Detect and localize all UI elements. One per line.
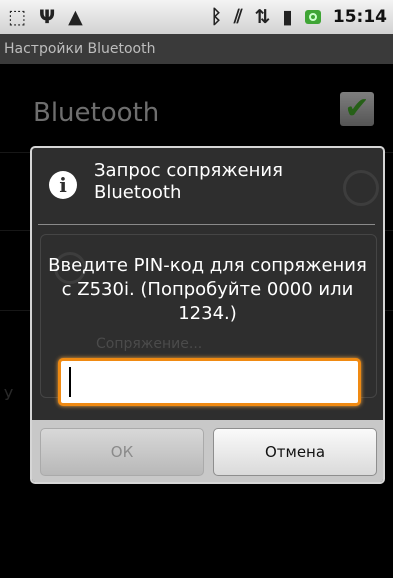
status-bar-left: ⬚ Ψ ▲ bbox=[0, 5, 83, 28]
ok-button[interactable]: ОК bbox=[40, 428, 204, 476]
dialog-header: i Запрос сопряжения Bluetooth bbox=[32, 148, 383, 224]
vibrate-icon: ⫽ bbox=[234, 5, 243, 28]
cancel-button[interactable]: Отмена bbox=[213, 428, 377, 476]
bluetooth-icon: ᛒ bbox=[210, 5, 222, 28]
usb-icon: Ψ bbox=[38, 5, 56, 28]
text-cursor bbox=[69, 367, 71, 397]
dialog-message: Введите PIN-код для сопряжения с Z530i. … bbox=[48, 255, 367, 324]
sim-card-icon: ⬚ bbox=[8, 5, 26, 28]
battery-charging-icon bbox=[304, 10, 321, 24]
pin-input[interactable] bbox=[58, 358, 361, 406]
status-bar: ⬚ Ψ ▲ ᛒ ⫽ ⇅ ▮ 15:14 bbox=[0, 0, 393, 34]
info-icon: i bbox=[49, 171, 77, 199]
pairing-request-dialog: Сопряжение... i Запрос сопряжения Blueto… bbox=[30, 146, 385, 484]
dialog-divider bbox=[38, 224, 375, 225]
warning-icon: ▲ bbox=[68, 5, 83, 28]
dialog-button-bar: ОК Отмена bbox=[32, 420, 383, 482]
window-title: Настройки Bluetooth bbox=[0, 34, 393, 64]
ghost-pairing-text: Сопряжение... bbox=[96, 336, 203, 352]
dialog-title: Запрос сопряжения Bluetooth bbox=[94, 160, 283, 203]
data-transfer-icon: ⇅ bbox=[254, 5, 271, 28]
status-time: 15:14 bbox=[332, 7, 387, 27]
status-bar-right: ᛒ ⫽ ⇅ ▮ 15:14 bbox=[211, 7, 393, 27]
signal-icon: ▮ bbox=[282, 5, 293, 28]
